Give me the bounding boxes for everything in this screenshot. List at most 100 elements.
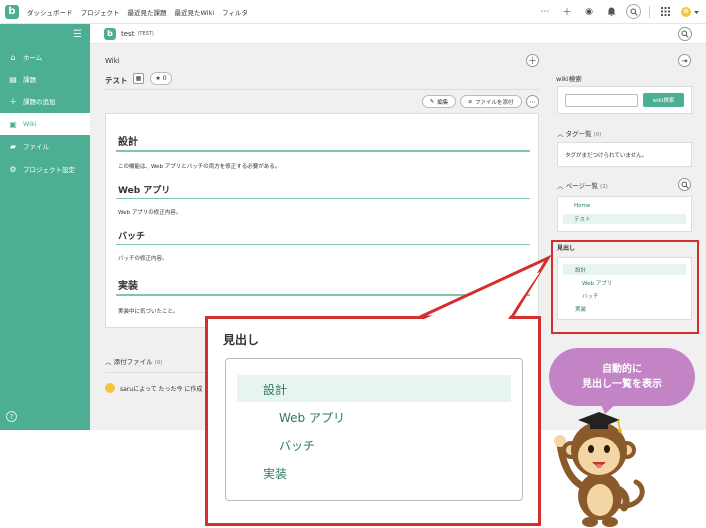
nav-filters[interactable]: フィルタ xyxy=(222,7,248,17)
project-logo: b xyxy=(104,27,116,40)
sidebar-item-project-settings[interactable]: ⚙ プロジェクト設定 xyxy=(0,158,90,180)
divider xyxy=(649,5,650,18)
add-page-button[interactable]: ＋ xyxy=(526,54,539,67)
edit-label: 編集 xyxy=(437,99,449,106)
heading-web-app: Web アプリ xyxy=(118,186,171,196)
tags-label: タグ一覧 xyxy=(565,130,592,138)
project-header: b test (TEST) xyxy=(90,24,706,44)
chevron-up-icon: ︿ xyxy=(105,358,112,366)
apps-icon[interactable] xyxy=(658,5,672,19)
heading-batch: バッチ xyxy=(118,232,146,242)
toc-link-web-app[interactable]: Web アプリ xyxy=(582,279,612,287)
search-icon[interactable] xyxy=(626,4,641,19)
monkey-mascot-icon xyxy=(554,412,645,527)
project-key: (TEST) xyxy=(137,30,154,37)
heading-implementation: 実装 xyxy=(118,281,138,292)
sidebar: ☰ ⌂ ホーム ▤ 課題 ＋ 課題の追加 ▣ Wiki ▰ ファイル ⚙ プロジ… xyxy=(0,24,90,430)
plus-icon: ＋ xyxy=(9,96,17,106)
page-title: テスト xyxy=(105,76,128,85)
list-icon: ▤ xyxy=(9,74,17,84)
backlog-logo[interactable]: b xyxy=(5,4,19,19)
attachments-section[interactable]: ︿ 添付ファイル (0) xyxy=(105,356,162,366)
paragraph: この機能は、Web アプリとバッチの両方を修正する必要がある。 xyxy=(118,164,281,170)
chevron-up-icon: ︿ xyxy=(557,182,564,190)
nav-dashboard[interactable]: ダッシュボード xyxy=(27,7,73,17)
paragraph: バッチの修正内容。 xyxy=(118,256,168,262)
help-icon[interactable]: ? xyxy=(6,411,17,422)
user-avatar-icon[interactable] xyxy=(680,5,700,19)
calendar-icon[interactable]: ▦ xyxy=(133,73,144,84)
pages-search-icon[interactable] xyxy=(678,178,691,191)
sidebar-item-wiki[interactable]: ▣ Wiki xyxy=(0,113,90,135)
paragraph: Web アプリの修正内容。 xyxy=(118,210,182,216)
bubble-line-2: 見出し一覧を表示 xyxy=(582,379,662,390)
toc-link-implementation[interactable]: 実装 xyxy=(575,305,586,313)
pages-header[interactable]: ︿ ページ一覧 (2) xyxy=(557,180,608,190)
sidebar-item-label: 課題 xyxy=(23,76,36,84)
more-options-button[interactable]: ⋯ xyxy=(526,95,539,108)
top-nav: ダッシュボード プロジェクト 最近見た課題 最近見たWiki フィルタ xyxy=(27,7,248,17)
attachments-count: (0) xyxy=(154,360,163,366)
sidebar-item-add-issue[interactable]: ＋ 課題の追加 xyxy=(0,90,90,112)
star-icon: ★ xyxy=(155,75,161,82)
created-by: saruによって たった今 に作成 xyxy=(105,383,202,393)
nav-recent-wiki[interactable]: 最近見たWiki xyxy=(175,7,215,17)
page-link-home[interactable]: Home xyxy=(574,203,590,209)
heading-underline xyxy=(116,198,530,199)
paragraph: 実装中に気づいたこと。 xyxy=(118,309,179,315)
gear-icon: ⚙ xyxy=(9,164,17,174)
pencil-icon: ✎ xyxy=(429,98,435,105)
sidebar-item-home[interactable]: ⌂ ホーム xyxy=(0,46,90,68)
heading-underline xyxy=(116,150,530,152)
nav-recent-issues[interactable]: 最近見た課題 xyxy=(128,7,167,17)
plus-icon[interactable]: ＋ xyxy=(560,5,574,19)
divider xyxy=(105,89,539,90)
creator-text: saruによって たった今 に作成 xyxy=(120,385,203,393)
star-button[interactable]: ★ 0 xyxy=(150,72,172,85)
breadcrumb[interactable]: Wiki xyxy=(105,57,120,65)
wiki-search-button[interactable]: wiki検索 xyxy=(643,93,684,107)
wiki-content: 設計 この機能は、Web アプリとバッチの両方を修正する必要がある。 Web ア… xyxy=(105,113,539,328)
top-bar: b ダッシュボード プロジェクト 最近見た課題 最近見たWiki フィルタ ⋯ … xyxy=(0,0,706,24)
heading-underline xyxy=(116,294,530,296)
nav-projects[interactable]: プロジェクト xyxy=(81,7,120,17)
callout-toc-implementation: 実装 xyxy=(263,467,288,481)
project-search-icon[interactable] xyxy=(678,27,692,41)
page-link-test[interactable]: テスト xyxy=(574,215,591,223)
sidebar-item-label: 課題の追加 xyxy=(23,98,56,106)
project-name[interactable]: test xyxy=(121,30,134,38)
pages-count: (2) xyxy=(600,184,608,190)
callout-toc-batch: バッチ xyxy=(279,439,316,453)
sidebar-item-label: ファイル xyxy=(23,143,49,151)
more-icon[interactable]: ⋯ xyxy=(538,5,552,19)
sidebar-item-label: プロジェクト設定 xyxy=(23,166,75,174)
wiki-search-input[interactable] xyxy=(565,94,638,107)
sidebar-item-files[interactable]: ▰ ファイル xyxy=(0,135,90,157)
sidebar-item-label: Wiki xyxy=(23,120,37,128)
heading-design: 設計 xyxy=(118,137,138,148)
callout-toc-design: 設計 xyxy=(263,383,288,397)
paperclip-icon: ⌀ xyxy=(468,98,472,105)
tags-empty-text: タグがまだつけられていません。 xyxy=(565,153,648,159)
tags-count: (0) xyxy=(593,132,602,138)
attach-label: ファイルを添付 xyxy=(474,99,514,106)
folder-icon: ▰ xyxy=(9,141,17,151)
attachments-label: 添付ファイル xyxy=(113,358,153,366)
toc-link-batch[interactable]: バッチ xyxy=(582,292,599,300)
bell-icon[interactable] xyxy=(604,5,618,19)
toc-title: 見出し xyxy=(557,245,576,252)
top-right-icons: ⋯ ＋ ◉ xyxy=(538,4,700,19)
callout-title: 見出し xyxy=(223,333,260,347)
tags-header[interactable]: ︿ タグ一覧 (0) xyxy=(557,128,601,138)
menu-toggle-icon[interactable]: ☰ xyxy=(73,29,82,40)
attach-file-button[interactable]: ⌀ ファイルを添付 xyxy=(460,95,522,108)
collapse-panel-icon[interactable]: ⇥ xyxy=(678,54,691,67)
chevron-up-icon: ︿ xyxy=(557,130,564,138)
edit-button[interactable]: ✎ 編集 xyxy=(422,95,456,108)
toc-link-design[interactable]: 設計 xyxy=(575,266,586,274)
sidebar-item-issues[interactable]: ▤ 課題 xyxy=(0,68,90,90)
callout-toc-web-app: Web アプリ xyxy=(279,411,345,425)
eye-icon[interactable]: ◉ xyxy=(582,5,596,19)
heading-underline xyxy=(116,244,530,245)
wiki-icon: ▣ xyxy=(9,119,17,129)
